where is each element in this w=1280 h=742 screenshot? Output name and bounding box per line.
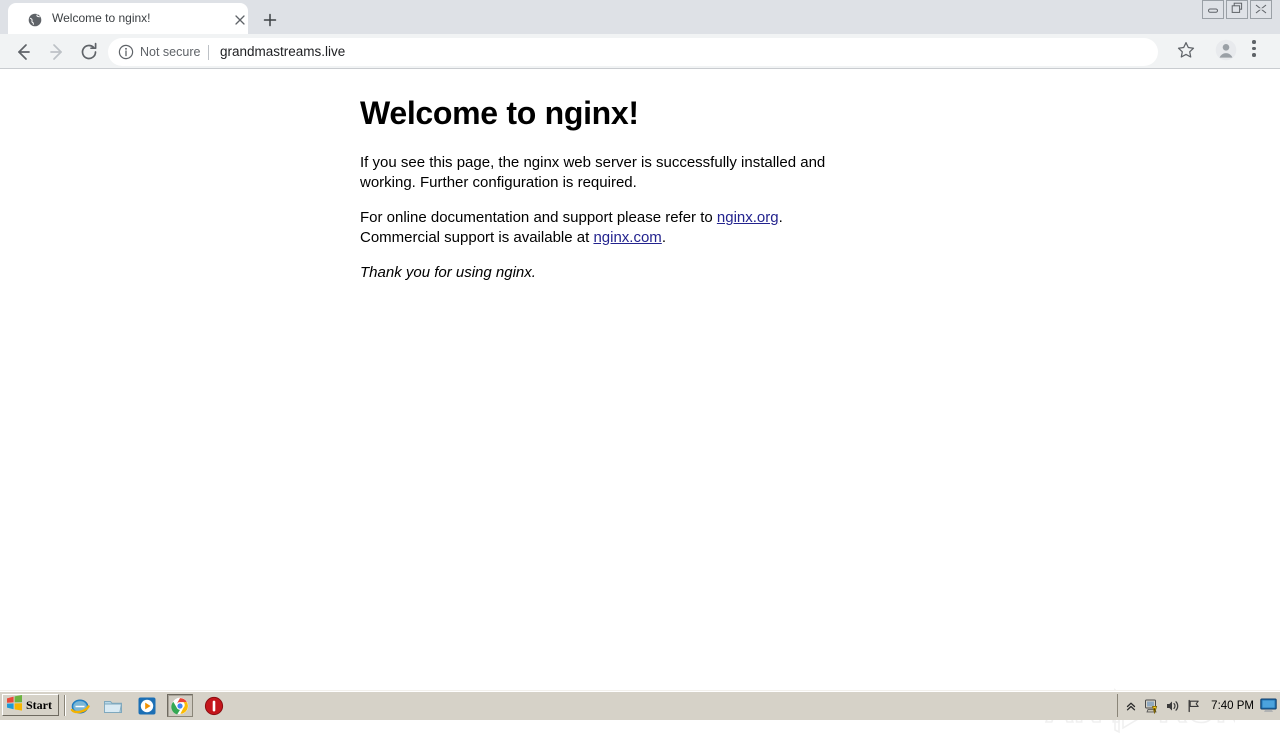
plus-icon [256,13,284,27]
info-circle-icon[interactable] [118,44,134,60]
omnibox-divider [208,45,209,60]
windows-flag-icon [6,694,23,716]
thank-you-paragraph: Thank you for using nginx. [360,264,536,282]
globe-icon [28,13,42,27]
menu-dot [1252,40,1256,44]
reload-icon [76,42,102,69]
security-status-label: Not secure [140,45,201,59]
tab-title: Welcome to nginx! [52,11,151,25]
new-tab-button[interactable] [256,6,284,34]
minimize-button[interactable] [1202,0,1224,19]
tab-welcome-to-nginx[interactable]: Welcome to nginx! [8,3,248,34]
avatar-icon[interactable] [1215,39,1237,61]
address-bar[interactable]: Not secure grandmastreams.live [108,38,1158,66]
back-button[interactable] [10,39,36,65]
back-arrow-icon [10,44,36,69]
chevron-up-icon[interactable] [1123,698,1139,714]
volume-icon[interactable] [1165,698,1181,714]
forward-arrow-icon [44,44,70,69]
start-button[interactable]: Start [2,694,59,716]
browser-toolbar: Not secure grandmastreams.live [0,34,1280,69]
documentation-paragraph: For online documentation and support ple… [360,208,860,247]
close-window-icon [1255,1,1267,19]
page-content: Welcome to nginx! If you see this page, … [0,70,1280,734]
network-warning-icon[interactable] [1144,698,1160,714]
clock[interactable]: 7:40 PM [1211,700,1254,712]
quicklaunch-separator [64,695,66,716]
three-dot-menu-icon[interactable] [1252,40,1256,60]
close-window-button[interactable] [1250,0,1272,19]
nginx-com-link[interactable]: nginx.com [593,229,661,246]
flag-icon[interactable] [1186,698,1202,714]
doc-text-pre: For online documentation and support ple… [360,209,717,227]
ie-icon[interactable] [70,696,90,716]
url-text[interactable]: grandmastreams.live [220,38,345,66]
browser-window: Welcome to nginx! Not secure grandmastre… [0,0,1280,734]
minimize-icon [1207,1,1219,19]
windows-taskbar: Start 7:40 PM [0,690,1280,720]
chrome-icon [171,697,189,715]
nginx-org-link[interactable]: nginx.org [717,209,779,226]
menu-dot [1252,53,1256,57]
window-controls [1202,0,1276,22]
close-icon[interactable] [231,11,249,29]
intro-paragraph: If you see this page, the nginx web serv… [360,154,826,191]
reload-button[interactable] [76,39,102,65]
media-player-icon[interactable] [137,696,157,716]
page-title: Welcome to nginx! [360,95,639,131]
nginx-welcome-content: Welcome to nginx! If you see this page, … [360,95,860,283]
restore-button[interactable] [1226,0,1248,19]
tab-strip: Welcome to nginx! [0,0,1280,34]
show-desktop-icon[interactable] [1260,698,1277,714]
taskbar-button-chrome[interactable] [167,694,193,717]
restore-icon [1231,1,1243,19]
doc-text-post: . [661,228,666,246]
red-circle-icon[interactable] [204,696,224,716]
forward-button [44,39,70,65]
start-label: Start [26,697,52,712]
system-tray: 7:40 PM [1117,694,1278,717]
menu-dot [1252,46,1256,50]
folder-icon[interactable] [103,696,123,716]
star-icon[interactable] [1176,40,1196,60]
